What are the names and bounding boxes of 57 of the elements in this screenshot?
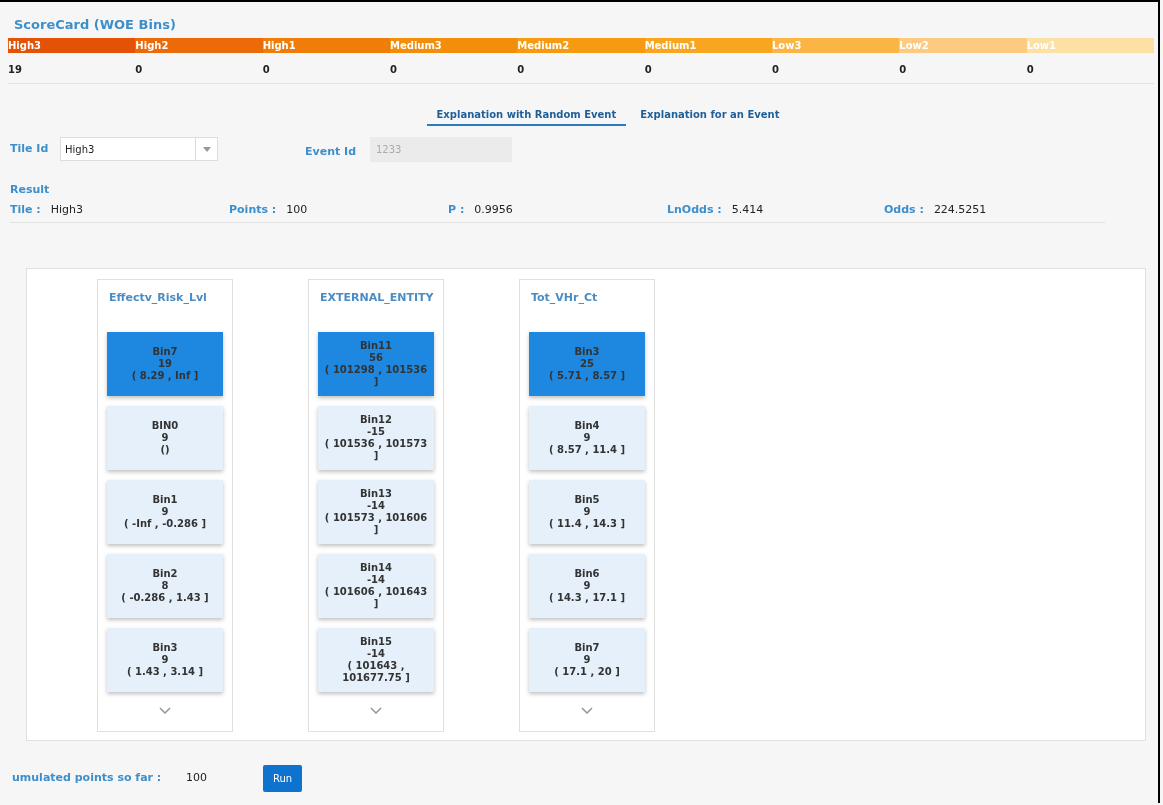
chevron-down-icon[interactable] [159, 707, 171, 714]
result-label: Tile : [10, 201, 41, 218]
tile-bar-segment: Low3 [771, 38, 900, 53]
bin-card[interactable]: Bin4 9 ( 8.57 , 11.4 ] [529, 406, 645, 470]
result-value: 0.9956 [474, 201, 513, 218]
tile-count: 0 [135, 64, 143, 75]
result-label: LnOdds : [667, 201, 722, 218]
bin-card[interactable]: Bin3 9 ( 1.43 , 3.14 ] [107, 628, 223, 692]
field-label: Tile Id [10, 140, 50, 157]
result-value: 5.414 [731, 201, 764, 218]
result-value: 224.5251 [933, 201, 987, 218]
field-label: Event Id [305, 143, 358, 160]
tile-count: 19 [8, 64, 22, 75]
tile-count: 0 [644, 64, 652, 75]
tile-bar-segment: High3 [8, 38, 136, 53]
bin-card[interactable]: Bin6 9 ( 14.3 , 17.1 ] [529, 554, 645, 618]
bin-card[interactable]: Bin15 -14 ( 101643 , 101677.75 ] [318, 628, 434, 692]
tile-count: 0 [1026, 64, 1034, 75]
result-label: P : [448, 201, 465, 218]
tile-id-dropdown[interactable]: High3 [60, 137, 218, 161]
variable-name: EXTERNAL_ENTITY [320, 290, 434, 306]
variable-name: Effectv_Risk_Lvl [109, 290, 207, 306]
result-label: Points : [229, 201, 277, 218]
tile-bar-segment: Low2 [899, 38, 1027, 53]
bin-card[interactable]: Bin14 -14 ( 101606 , 101643 ] [318, 554, 434, 618]
cumulated-points-value: 100 [186, 769, 208, 786]
tab[interactable]: Explanation with Random Event [426, 104, 627, 126]
tile-bar-segment: High2 [135, 38, 263, 53]
tile-count: 0 [390, 64, 397, 75]
bin-card[interactable]: Bin2 8 ( -0.286 , 1.43 ] [107, 554, 223, 618]
result-label: Odds : [884, 201, 924, 218]
tile-bar-segment: Medium2 [517, 38, 645, 53]
variable-name: Tot_VHr_Ct [531, 290, 598, 306]
bin-card[interactable]: Bin5 9 ( 11.4 , 14.3 ] [529, 480, 645, 544]
tab[interactable]: Explanation for an Event [638, 104, 782, 126]
chevron-down-icon[interactable] [370, 707, 382, 714]
tile-count: 0 [771, 64, 779, 75]
tile-count: 0 [899, 64, 907, 75]
section-heading: Result [10, 183, 50, 196]
bin-card[interactable]: Bin12 -15 ( 101536 , 101573 ] [318, 406, 434, 470]
page-title: ScoreCard (WOE Bins) [14, 17, 176, 32]
tile-count: 0 [262, 64, 270, 75]
tile-bar-segment: Medium3 [390, 38, 518, 53]
caret-icon [202, 146, 211, 152]
result-value: High3 [50, 201, 83, 218]
bin-card[interactable]: Bin13 -14 ( 101573 , 101606 ] [318, 480, 434, 544]
result-value: 100 [286, 201, 308, 218]
bin-card[interactable]: BIN0 9 () [107, 406, 223, 470]
bin-card[interactable]: Bin7 9 ( 17.1 , 20 ] [529, 628, 645, 692]
tile-count: 0 [517, 64, 525, 75]
tile-bar-segment: Medium1 [644, 38, 772, 53]
tile-bar-segment: High1 [262, 38, 390, 53]
run-button[interactable]: Run [263, 764, 302, 792]
field-label: umulated points so far : [12, 769, 163, 786]
chevron-down-icon[interactable] [581, 707, 593, 714]
bin-card[interactable]: Bin1 9 ( -Inf , -0.286 ] [107, 480, 223, 544]
tile-bar-segment: Low1 [1026, 38, 1154, 53]
